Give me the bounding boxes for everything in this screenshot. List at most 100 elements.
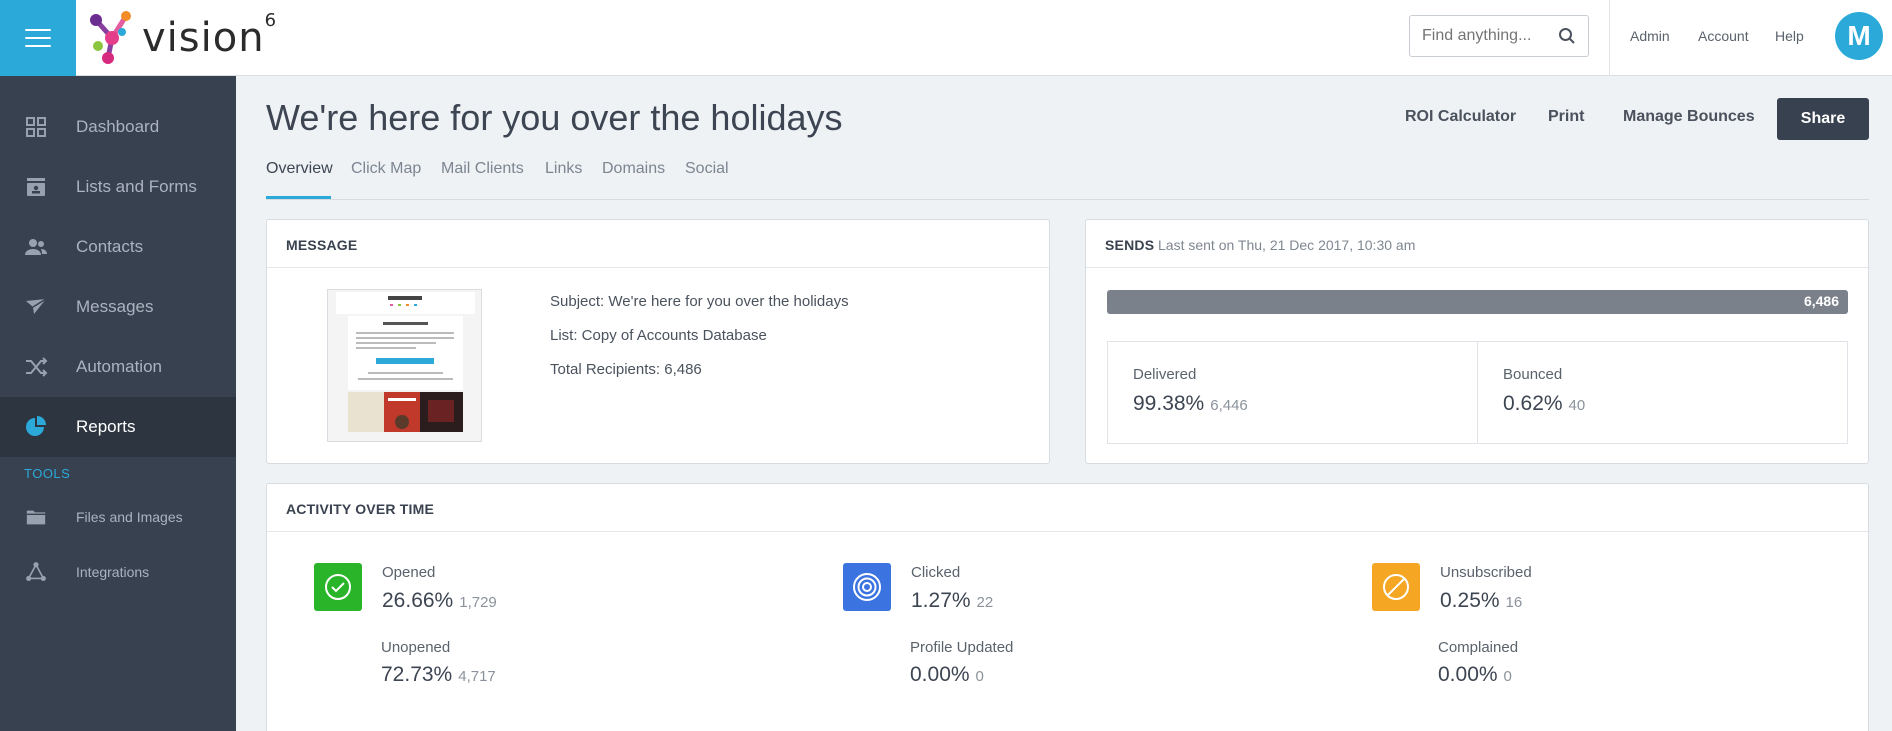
sidebar-item-messages[interactable]: Messages	[0, 277, 236, 337]
unsubscribed-label: Unsubscribed	[1440, 564, 1532, 581]
sidebar-item-label: Automation	[76, 357, 162, 376]
complained-label: Complained	[1438, 639, 1519, 656]
vision6-logo[interactable]: vision 6	[86, 8, 276, 68]
contacts-icon	[25, 239, 47, 255]
message-thumbnail[interactable]	[327, 289, 482, 442]
share-button[interactable]: Share	[1777, 98, 1869, 140]
page-title: We're here for you over the holidays	[266, 97, 843, 138]
sidebar-item-label: Lists and Forms	[76, 177, 197, 196]
search-box	[1409, 15, 1589, 57]
sends-progress-fill	[1107, 290, 1848, 314]
report-tabs: Overview Click Map Mail Clients Links Do…	[266, 156, 1869, 200]
unsubscribed-count: 16	[1505, 594, 1523, 611]
stat-label: Bounced	[1503, 366, 1563, 383]
tab-social[interactable]: Social	[685, 160, 729, 178]
message-total-recipients: Total Recipients: 6,486	[550, 361, 702, 378]
profile-updated-count: 0	[975, 668, 984, 685]
sidebar-item-dashboard[interactable]: Dashboard	[0, 97, 236, 157]
clicked-icon-tile	[843, 563, 891, 611]
card-title: ACTIVITY OVER TIME	[286, 501, 435, 517]
tab-overview[interactable]: Overview	[266, 160, 333, 178]
profile-updated-label: Profile Updated	[910, 639, 1014, 656]
delivered-stat[interactable]: Delivered 99.38% 6,446	[1107, 341, 1478, 444]
tab-click-map[interactable]: Click Map	[351, 160, 421, 178]
bounced-stat[interactable]: Bounced 0.62% 40	[1477, 341, 1848, 444]
paper-plane-icon	[26, 298, 47, 314]
grid-icon	[26, 117, 46, 137]
email-preview-image	[328, 290, 481, 441]
unsubscribed-icon-tile	[1372, 563, 1420, 611]
stat-value: 99.38% 6,446	[1133, 392, 1248, 416]
list-icon	[27, 178, 45, 196]
search-input[interactable]	[1410, 16, 1550, 56]
profile-updated-value[interactable]: 0.00% 0	[910, 663, 984, 687]
topbar-divider	[1609, 0, 1610, 76]
complained-count: 0	[1503, 668, 1512, 685]
sidebar-item-label: Files and Images	[76, 509, 183, 525]
clicked-value[interactable]: 1.27% 22	[911, 589, 993, 613]
sidebar-item-files-and-images[interactable]: Files and Images	[0, 497, 236, 537]
shuffle-icon	[26, 357, 48, 377]
card-title: MESSAGE	[286, 237, 358, 253]
sidebar-item-lists-and-forms[interactable]: Lists and Forms	[0, 157, 236, 217]
opened-count: 1,729	[459, 594, 497, 611]
tab-domains[interactable]: Domains	[602, 160, 665, 178]
card-title: SENDS	[1105, 237, 1155, 253]
print-link[interactable]: Print	[1548, 108, 1584, 126]
opened-value[interactable]: 26.66% 1,729	[382, 589, 497, 613]
sidebar-item-label: Dashboard	[76, 117, 160, 136]
message-list: List: Copy of Accounts Database	[550, 327, 767, 344]
activity-card: ACTIVITY OVER TIME Opened 26.66% 1,729 Un…	[266, 483, 1869, 731]
hamburger-icon	[25, 29, 51, 47]
unsubscribed-percent: 0.25%	[1440, 589, 1500, 612]
pie-chart-icon	[26, 416, 46, 436]
tab-mail-clients[interactable]: Mail Clients	[441, 160, 524, 178]
manage-bounces-link[interactable]: Manage Bounces	[1623, 108, 1755, 126]
clicked-count: 22	[976, 594, 994, 611]
unopened-percent: 72.73%	[381, 663, 453, 686]
complained-value[interactable]: 0.00% 0	[1438, 663, 1512, 687]
card-header: SENDS Last sent on Thu, 21 Dec 2017, 10:…	[1086, 220, 1868, 268]
sidebar-item-integrations[interactable]: Integrations	[0, 552, 236, 592]
block-icon	[1383, 574, 1409, 600]
bounced-count: 40	[1568, 397, 1586, 414]
unsubscribed-value[interactable]: 0.25% 16	[1440, 589, 1522, 613]
search-icon[interactable]	[1558, 27, 1576, 45]
stat-value: 0.62% 40	[1503, 392, 1585, 416]
folder-icon	[26, 510, 46, 525]
hamburger-menu-button[interactable]	[0, 0, 76, 86]
target-icon	[853, 573, 881, 601]
top-bar: vision 6 Admin Account Help M	[0, 0, 1892, 86]
sidebar-item-label: Integrations	[76, 564, 150, 580]
tab-links[interactable]: Links	[545, 160, 582, 178]
admin-link[interactable]: Admin	[1630, 28, 1670, 44]
bounced-percent: 0.62%	[1503, 392, 1563, 415]
roi-calculator-link[interactable]: ROI Calculator	[1405, 108, 1516, 126]
opened-percent: 26.66%	[382, 589, 454, 612]
integrations-icon	[26, 562, 46, 581]
account-link[interactable]: Account	[1698, 28, 1749, 44]
opened-label: Opened	[382, 564, 436, 581]
help-link[interactable]: Help	[1775, 28, 1804, 44]
active-tab-indicator	[266, 196, 331, 199]
clicked-percent: 1.27%	[911, 589, 971, 612]
card-header: ACTIVITY OVER TIME	[267, 484, 1868, 532]
sidebar-item-label: Reports	[76, 417, 136, 436]
sidebar-item-label: Messages	[76, 297, 154, 316]
sidebar-item-automation[interactable]: Automation	[0, 337, 236, 397]
sidebar-item-contacts[interactable]: Contacts	[0, 217, 236, 277]
vision6-logo-mark	[90, 11, 131, 64]
logo-superscript: 6	[264, 10, 277, 31]
sidebar: Dashboard Lists and Forms Contacts Messa…	[0, 76, 236, 731]
tools-section-label: TOOLS	[24, 466, 71, 481]
message-card: MESSAGE Subject: We're here for you over…	[266, 219, 1050, 464]
stat-label: Delivered	[1133, 366, 1197, 383]
sends-progress-bar: 6,486	[1107, 290, 1848, 314]
user-avatar[interactable]: M	[1835, 12, 1883, 60]
opened-icon-tile	[314, 563, 362, 611]
unopened-value[interactable]: 72.73% 4,717	[381, 663, 496, 687]
sidebar-item-reports[interactable]: Reports	[0, 397, 236, 457]
clicked-label: Clicked	[911, 564, 961, 581]
check-circle-icon	[325, 574, 351, 600]
delivered-count: 6,446	[1210, 397, 1248, 414]
